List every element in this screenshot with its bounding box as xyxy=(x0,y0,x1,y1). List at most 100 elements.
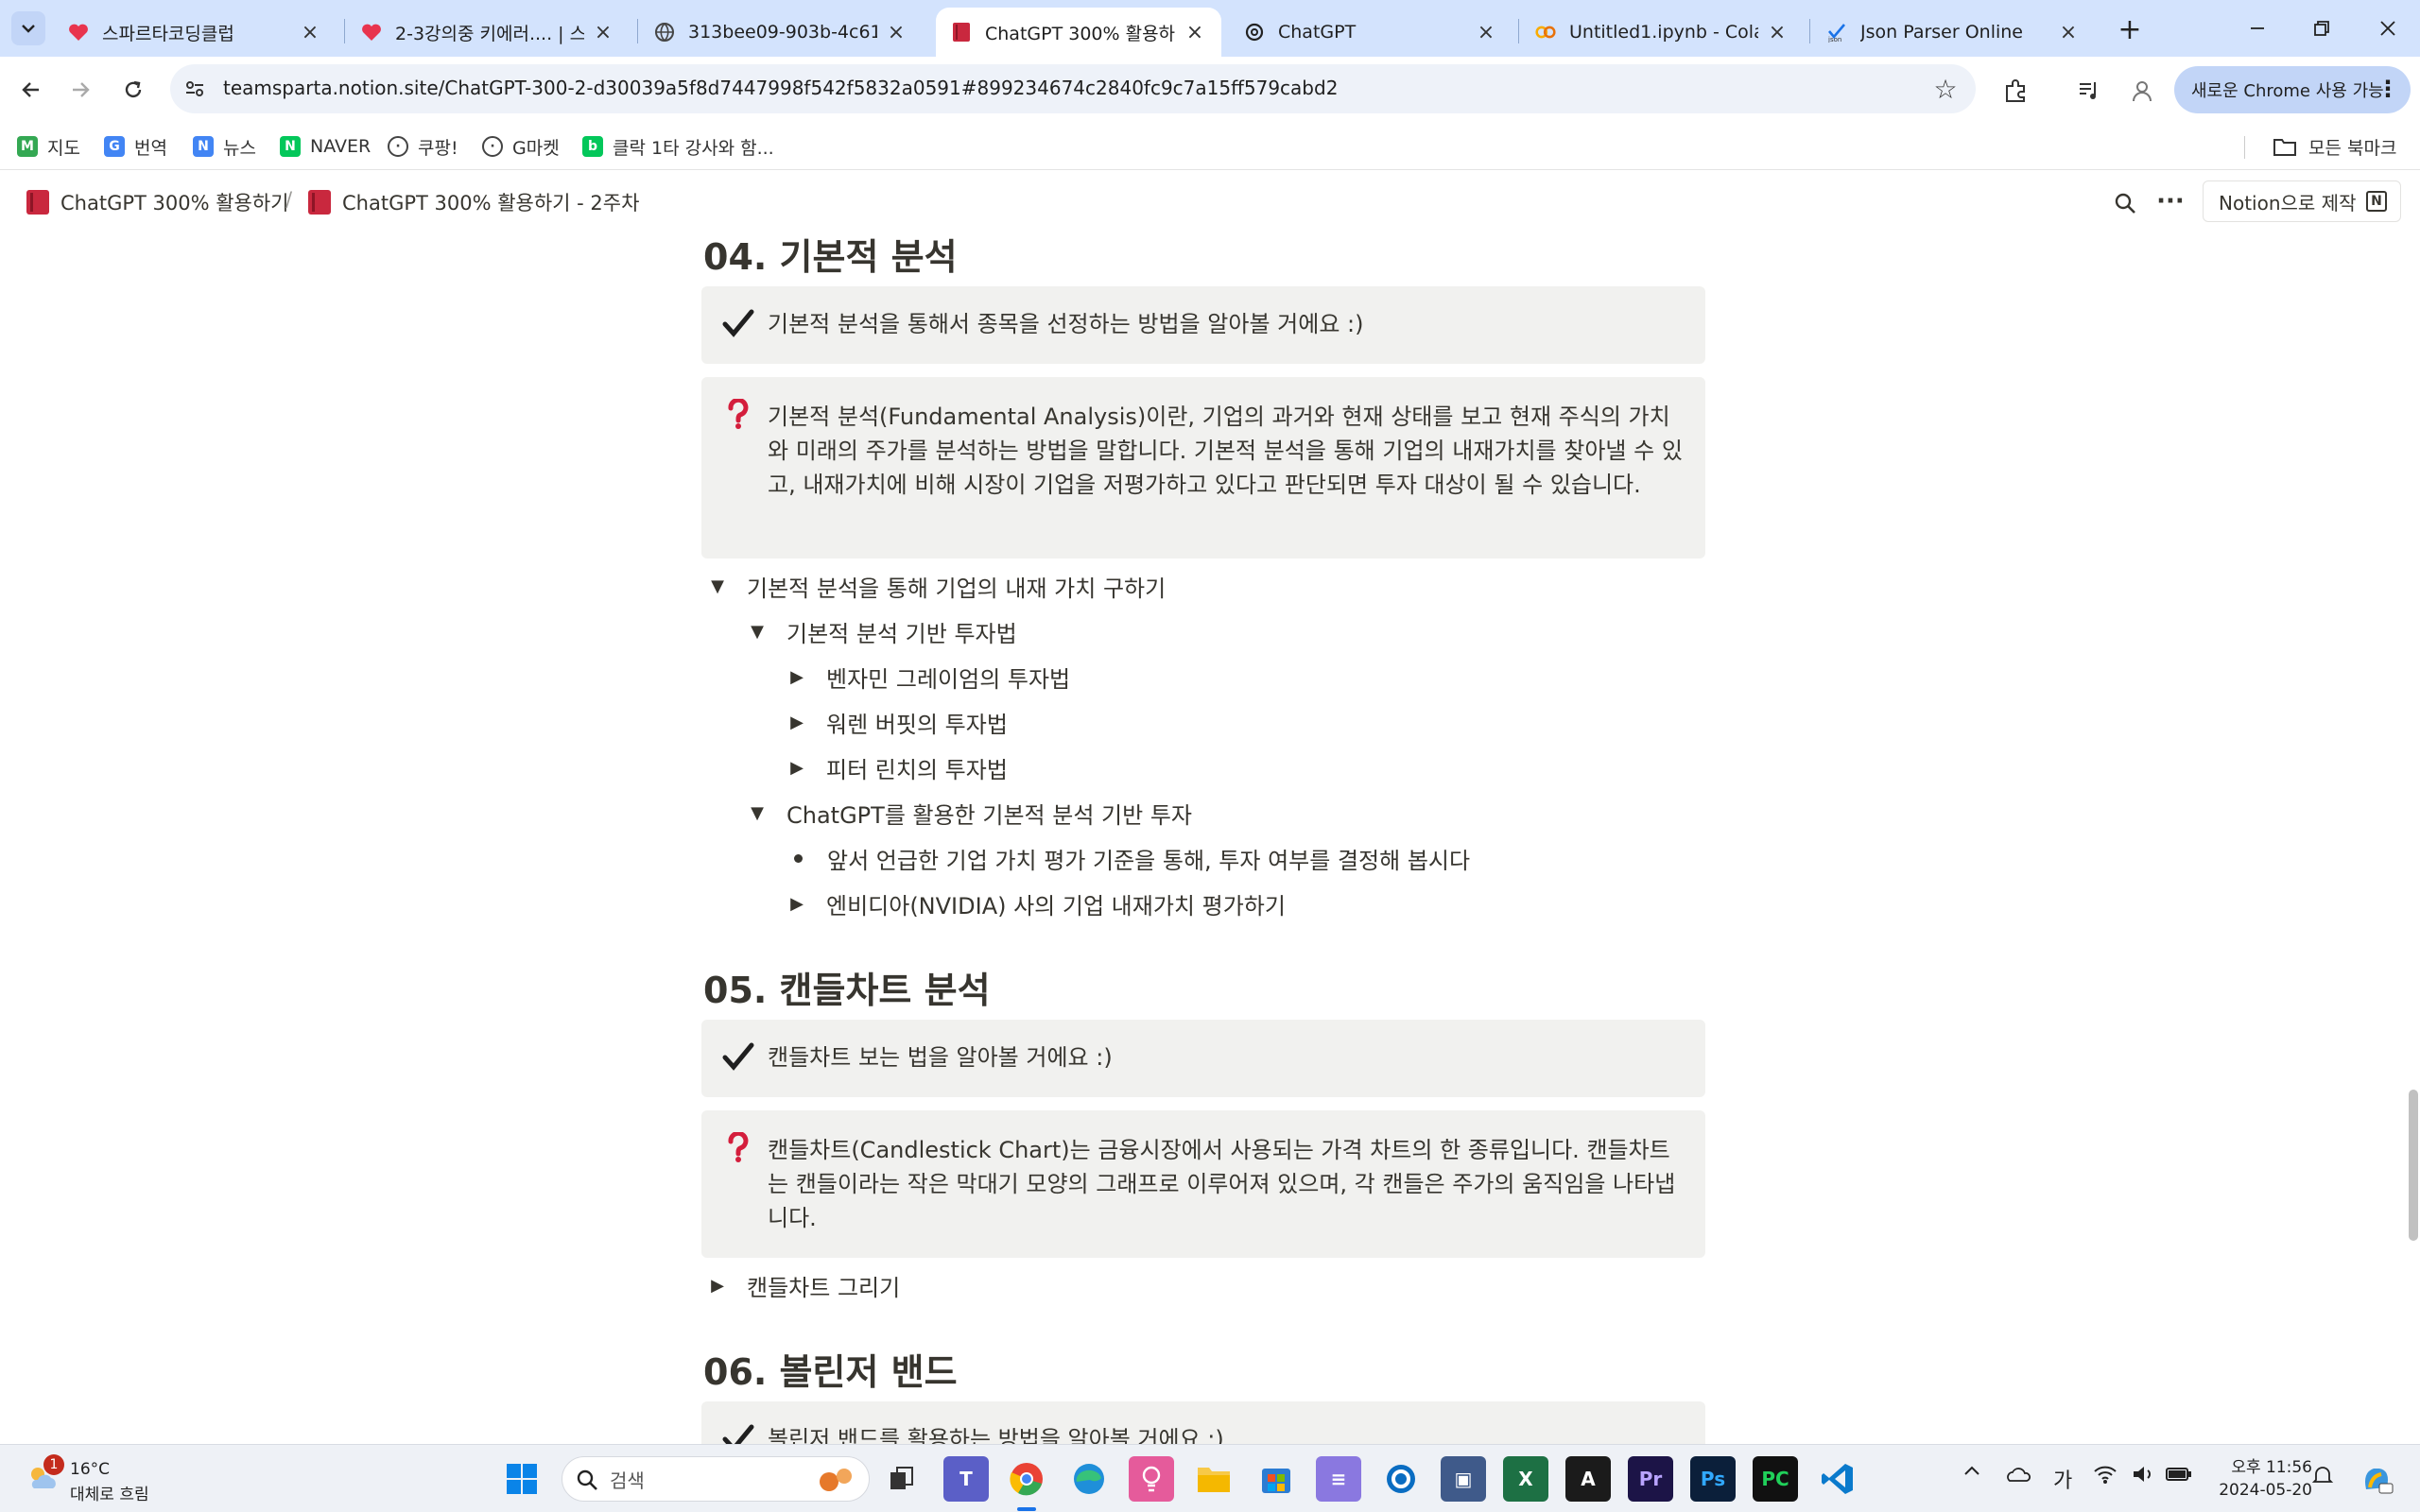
browser-tab-active[interactable]: ChatGPT 300% 활용하기 × xyxy=(936,8,1221,57)
onedrive-icon[interactable] xyxy=(2004,1464,2031,1483)
toggle-block[interactable]: ▶ 캔들차트 그리기 xyxy=(707,1269,900,1302)
tab-search-button[interactable] xyxy=(11,11,45,45)
browser-tab[interactable]: json Json Parser Online × xyxy=(1811,8,2095,57)
taskbar-search-box[interactable]: 검색 xyxy=(562,1456,870,1502)
breadcrumb-item[interactable]: ChatGPT 300% 활용하기 xyxy=(26,188,289,216)
question-mark-icon xyxy=(718,1127,758,1167)
scrollbar-thumb[interactable] xyxy=(2409,1090,2418,1241)
window-close-icon[interactable] xyxy=(2369,9,2407,47)
weather-condition-text: 대체로 흐림 xyxy=(70,1486,149,1504)
cortana-icon[interactable] xyxy=(1378,1456,1424,1502)
toggle-block[interactable]: ▶ 엔비디아(NVIDIA) 사의 기업 내재가치 평가하기 xyxy=(786,887,1286,920)
all-bookmarks-button[interactable]: 모든 북마크 xyxy=(2273,132,2396,161)
extensions-icon[interactable] xyxy=(1996,72,2034,110)
bookmark-label: 번역 xyxy=(134,137,167,159)
app-icon[interactable]: ≡ xyxy=(1316,1456,1361,1502)
toggle-closed-icon[interactable]: ▶ xyxy=(786,667,807,688)
browser-tab[interactable]: 313bee09-903b-4c61-a5 × xyxy=(639,8,923,57)
toggle-open-icon[interactable]: ▼ xyxy=(707,576,728,597)
chrome-update-button[interactable]: 새로운 Chrome 사용 가능 ⋮ xyxy=(2174,66,2411,113)
toggle-block[interactable]: ▶ 워렌 버핏의 투자법 xyxy=(786,706,1008,739)
close-icon[interactable]: × xyxy=(2057,21,2080,44)
ime-indicator[interactable]: 가 xyxy=(2053,1464,2072,1494)
photoshop-icon[interactable]: Ps xyxy=(1690,1456,1736,1502)
clock-time: 오후 11:56 xyxy=(2231,1458,2312,1477)
close-icon[interactable]: × xyxy=(592,21,614,44)
globe-icon xyxy=(654,22,675,43)
browser-tab[interactable]: 2-3강의중 키에러.... | 스파 × xyxy=(346,8,630,57)
minimize-icon[interactable] xyxy=(2238,9,2276,47)
copilot-icon[interactable] xyxy=(2354,1456,2399,1502)
browser-tab[interactable]: 스파르타코딩클럽 × xyxy=(53,8,337,57)
breadcrumb-item[interactable]: ChatGPT 300% 활용하기 - 2주차 xyxy=(308,188,639,216)
blog-icon: b xyxy=(582,136,603,157)
close-icon[interactable]: × xyxy=(1475,21,1497,44)
bookmark-item[interactable]: N 뉴스 xyxy=(193,132,256,161)
weather-widget[interactable]: 1 16°C 대체로 흐림 xyxy=(23,1454,212,1504)
site-info-icon[interactable] xyxy=(182,76,208,102)
question-mark-icon xyxy=(718,394,758,434)
toggle-block[interactable]: ▼ ChatGPT를 활용한 기본적 분석 기반 투자 xyxy=(747,797,1192,830)
tray-expand-icon[interactable] xyxy=(1962,1464,1981,1477)
acrobat-icon[interactable]: A xyxy=(1565,1456,1611,1502)
toggle-closed-icon[interactable]: ▶ xyxy=(786,894,807,915)
address-bar[interactable]: teamsparta.notion.site/ChatGPT-300-2-d30… xyxy=(170,64,1976,113)
toggle-closed-icon[interactable]: ▶ xyxy=(786,758,807,779)
more-options-icon[interactable]: ··· xyxy=(2152,184,2189,218)
chrome-icon[interactable] xyxy=(1004,1456,1049,1502)
browser-tab[interactable]: Untitled1.ipynb - Colab × xyxy=(1520,8,1804,57)
bookmark-item[interactable]: G 번역 xyxy=(104,132,167,161)
close-icon[interactable]: × xyxy=(1766,21,1789,44)
bookmark-item[interactable]: M 지도 xyxy=(17,132,80,161)
task-view-icon[interactable] xyxy=(879,1456,925,1502)
close-icon[interactable]: × xyxy=(885,21,908,44)
page-scrollbar[interactable] xyxy=(2406,232,2420,1444)
toggle-open-icon[interactable]: ▼ xyxy=(747,622,768,643)
toggle-block[interactable]: ▼ 기본적 분석을 통해 기업의 내재 가치 구하기 xyxy=(707,570,1166,603)
edge-icon[interactable] xyxy=(1066,1456,1112,1502)
premiere-icon[interactable]: Pr xyxy=(1628,1456,1673,1502)
profile-icon[interactable] xyxy=(2123,72,2161,110)
bookmark-item[interactable]: · G마켓 xyxy=(482,132,560,161)
section-heading: 04. 기본적 분석 xyxy=(703,236,958,278)
file-explorer-icon[interactable] xyxy=(1191,1456,1236,1502)
notification-bell-icon[interactable] xyxy=(2310,1464,2335,1486)
close-icon[interactable]: × xyxy=(1184,21,1206,44)
reload-icon[interactable] xyxy=(113,70,153,110)
bookmark-item[interactable]: N NAVER xyxy=(280,132,371,161)
toggle-closed-icon[interactable]: ▶ xyxy=(786,713,807,733)
remote-desktop-icon[interactable]: ▣ xyxy=(1441,1456,1486,1502)
bookmark-star-icon[interactable]: ☆ xyxy=(1930,74,1961,105)
toggle-label: 엔비디아(NVIDIA) 사의 기업 내재가치 평가하기 xyxy=(826,893,1286,919)
back-icon[interactable] xyxy=(11,70,51,110)
notion-book-icon xyxy=(308,190,331,215)
vscode-icon[interactable] xyxy=(1815,1456,1860,1502)
toggle-closed-icon[interactable]: ▶ xyxy=(707,1276,728,1297)
battery-icon[interactable] xyxy=(2165,1464,2193,1483)
bookmark-item[interactable]: b 클락 1타 강사와 함... xyxy=(582,132,774,161)
made-with-notion-button[interactable]: Notion으로 제작 N xyxy=(2203,180,2401,222)
media-control-icon[interactable] xyxy=(2070,72,2108,110)
toggle-open-icon[interactable]: ▼ xyxy=(747,803,768,824)
toggle-block[interactable]: ▼ 기본적 분석 기반 투자법 xyxy=(747,615,1017,648)
taskbar-clock[interactable]: 오후 11:56 2024-05-20 xyxy=(2208,1456,2312,1502)
windows-start-icon[interactable] xyxy=(499,1456,544,1502)
menu-dots-icon[interactable]: ⋮ xyxy=(2377,76,2399,102)
wifi-icon[interactable] xyxy=(2093,1464,2118,1485)
browser-tab[interactable]: ChatGPT × xyxy=(1229,8,1512,57)
toggle-block[interactable]: ▶ 벤자민 그레이엄의 투자법 xyxy=(786,661,1070,694)
toggle-block[interactable]: ▶ 피터 린치의 투자법 xyxy=(786,751,1008,784)
volume-icon[interactable] xyxy=(2131,1464,2155,1485)
microsoft-store-icon[interactable] xyxy=(1253,1456,1299,1502)
pycharm-icon[interactable]: PC xyxy=(1753,1456,1798,1502)
close-icon[interactable]: × xyxy=(299,21,321,44)
lightbulb-app-icon[interactable] xyxy=(1129,1456,1174,1502)
teams-icon[interactable]: T xyxy=(943,1456,989,1502)
svg-text:json: json xyxy=(1827,36,1841,43)
excel-icon[interactable]: X xyxy=(1503,1456,1548,1502)
bookmark-item[interactable]: · 쿠팡! xyxy=(388,132,458,161)
forward-icon[interactable] xyxy=(60,70,100,110)
restore-icon[interactable] xyxy=(2303,9,2341,47)
search-icon[interactable] xyxy=(2108,186,2142,220)
new-tab-button[interactable]: + xyxy=(2114,13,2146,46)
